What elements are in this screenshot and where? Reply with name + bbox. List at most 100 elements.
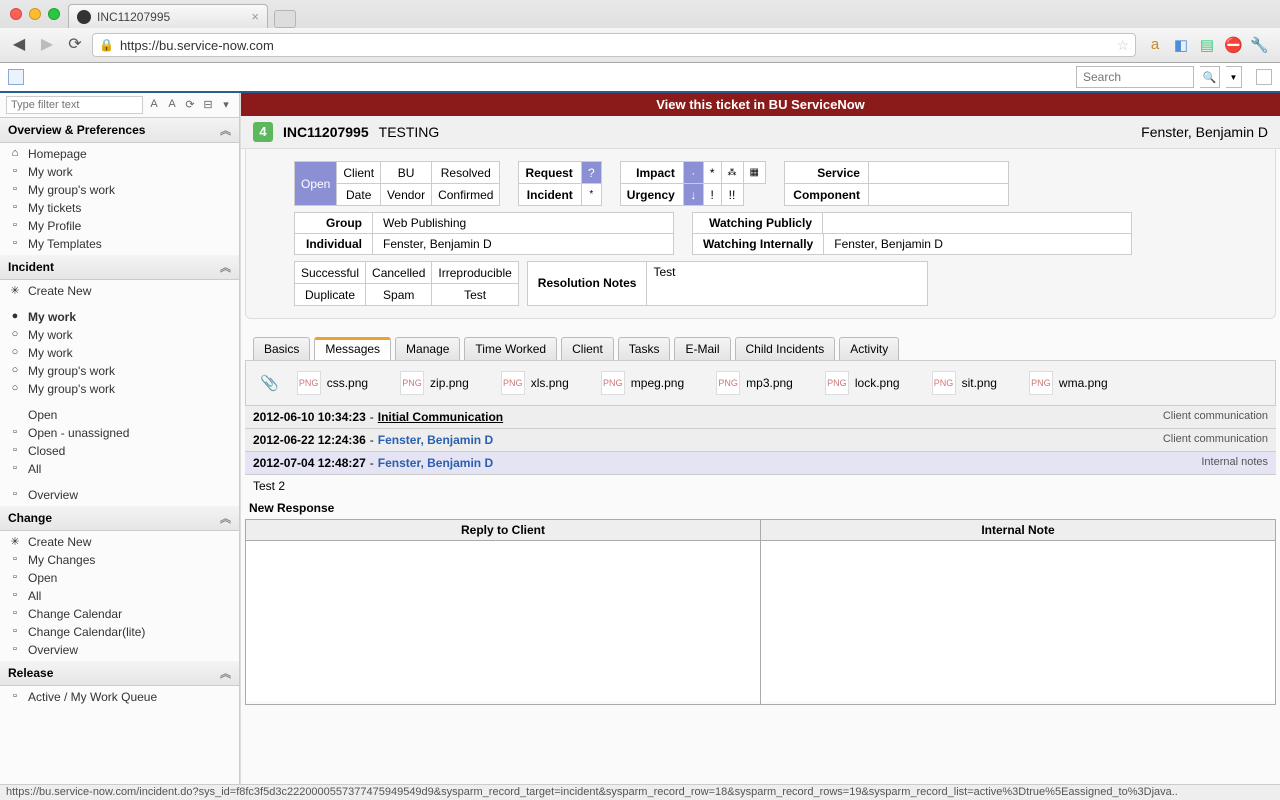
attachment[interactable]: PNGlock.png	[825, 371, 900, 395]
collapse-nav-icon[interactable]: ⊟	[201, 98, 215, 112]
impact-low-icon[interactable]: ·	[683, 162, 703, 184]
nav-menu-icon[interactable]: ▾	[219, 98, 233, 112]
request-unknown-icon[interactable]: ?	[581, 162, 601, 184]
log-author[interactable]: Fenster, Benjamin D	[378, 456, 493, 470]
watching-internally-value[interactable]: Fenster, Benjamin D	[824, 234, 1004, 254]
global-search-input[interactable]	[1076, 66, 1194, 88]
impact-tree-icon[interactable]: ⁂	[721, 162, 743, 184]
tab-close-icon[interactable]: ×	[251, 9, 259, 24]
font-larger-icon[interactable]: A	[165, 98, 179, 112]
log-row[interactable]: 2012-07-04 12:48:27 - Fenster, Benjamin …	[245, 452, 1276, 475]
nav-item[interactable]: ✳Create New	[0, 533, 239, 551]
resolved-cell[interactable]: Resolved	[432, 162, 500, 184]
nav-item[interactable]: ▫My tickets	[0, 199, 239, 217]
nav-item[interactable]: ▫Change Calendar(lite)	[0, 623, 239, 641]
minimize-window-icon[interactable]	[29, 8, 41, 20]
confirmed-cell[interactable]: Confirmed	[432, 184, 500, 206]
attachment[interactable]: PNGwma.png	[1029, 371, 1108, 395]
log-author[interactable]: Initial Communication	[378, 410, 503, 424]
nav-item[interactable]: ○My group's work	[0, 362, 239, 380]
tab-time worked[interactable]: Time Worked	[464, 337, 557, 360]
open-state-button[interactable]: Open	[295, 162, 337, 206]
paperclip-icon[interactable]: 📎	[260, 374, 279, 392]
window-controls[interactable]	[10, 8, 60, 20]
zoom-window-icon[interactable]	[48, 8, 60, 20]
bookmark-icon[interactable]: ☆	[1116, 37, 1129, 54]
impact-grid-icon[interactable]: ▦	[743, 162, 765, 184]
nav-item[interactable]: ○My group's work	[0, 380, 239, 398]
group-value[interactable]: Web Publishing	[373, 213, 553, 233]
section-overview[interactable]: Overview & Preferences ︽	[0, 118, 239, 143]
log-row[interactable]: 2012-06-22 12:24:36 - Fenster, Benjamin …	[245, 429, 1276, 452]
tab-child incidents[interactable]: Child Incidents	[735, 337, 836, 360]
bu-cell[interactable]: BU	[381, 162, 432, 184]
logout-icon[interactable]	[1256, 69, 1272, 85]
nav-item[interactable]: ▫Open	[0, 569, 239, 587]
adblock-ext-icon[interactable]: ⛔	[1224, 36, 1242, 54]
nav-item[interactable]: ▫Open - unassigned	[0, 424, 239, 442]
tab-tasks[interactable]: Tasks	[618, 337, 671, 360]
nav-item[interactable]: ▫Overview	[0, 486, 239, 504]
font-smaller-icon[interactable]: A	[147, 98, 161, 112]
tab-client[interactable]: Client	[561, 337, 614, 360]
nav-item[interactable]: ○My work	[0, 344, 239, 362]
nav-item[interactable]: ▫All	[0, 460, 239, 478]
reply-to-client-input[interactable]	[246, 541, 760, 701]
amazon-ext-icon[interactable]: a	[1146, 36, 1164, 54]
log-author[interactable]: Fenster, Benjamin D	[378, 433, 493, 447]
tab-messages[interactable]: Messages	[314, 337, 391, 360]
tab-basics[interactable]: Basics	[253, 337, 310, 360]
attachment[interactable]: PNGmpeg.png	[601, 371, 684, 395]
ext-icon-2[interactable]: ▤	[1198, 36, 1216, 54]
reload-button[interactable]: ⟳	[64, 34, 86, 56]
res-successful[interactable]: Successful	[295, 262, 366, 284]
nav-item[interactable]: ▫Closed	[0, 442, 239, 460]
component-value[interactable]	[868, 184, 1008, 206]
attachment[interactable]: PNGzip.png	[400, 371, 469, 395]
close-window-icon[interactable]	[10, 8, 22, 20]
incident-icon[interactable]: *	[581, 184, 601, 206]
search-dropdown-icon[interactable]: ▼	[1226, 66, 1242, 88]
section-release[interactable]: Release ︽	[0, 661, 239, 686]
nav-item[interactable]: ▫Active / My Work Queue	[0, 688, 239, 706]
res-cancelled[interactable]: Cancelled	[366, 262, 432, 284]
search-icon[interactable]: 🔍	[1200, 66, 1220, 88]
nav-item[interactable]: ▫My Profile	[0, 217, 239, 235]
watching-publicly-value[interactable]	[823, 213, 1003, 233]
refresh-nav-icon[interactable]: ⟳	[183, 98, 197, 112]
nav-item[interactable]: ▫My Templates	[0, 235, 239, 253]
forward-button[interactable]: ▶	[36, 34, 58, 56]
service-value[interactable]	[868, 162, 1008, 184]
tab-manage[interactable]: Manage	[395, 337, 460, 360]
vendor-cell[interactable]: Vendor	[381, 184, 432, 206]
attachment[interactable]: PNGmp3.png	[716, 371, 793, 395]
nav-item[interactable]: ●My work	[0, 308, 239, 326]
filter-input[interactable]	[6, 96, 143, 114]
res-duplicate[interactable]: Duplicate	[295, 284, 366, 306]
individual-value[interactable]: Fenster, Benjamin D	[373, 234, 553, 254]
url-input[interactable]	[120, 38, 1110, 53]
nav-item[interactable]: ▫My work	[0, 163, 239, 181]
nav-item[interactable]: ▫My Changes	[0, 551, 239, 569]
urgency-med-icon[interactable]: !	[703, 184, 721, 206]
attachment[interactable]: PNGxls.png	[501, 371, 569, 395]
browser-tab[interactable]: INC11207995 ×	[68, 4, 268, 28]
app-menu-icon[interactable]	[8, 69, 24, 85]
settings-wrench-icon[interactable]: 🔧	[1250, 36, 1268, 54]
nav-item[interactable]: ⌂Homepage	[0, 145, 239, 163]
ext-icon-1[interactable]: ◧	[1172, 36, 1190, 54]
resolution-notes-input[interactable]: Test	[647, 262, 927, 305]
urgency-low-icon[interactable]: ↓	[683, 184, 703, 206]
attachment[interactable]: PNGcss.png	[297, 371, 368, 395]
impact-med-icon[interactable]: *	[703, 162, 721, 184]
res-irreproducible[interactable]: Irreproducible	[432, 262, 518, 284]
tab-activity[interactable]: Activity	[839, 337, 899, 360]
nav-item[interactable]: Open	[0, 406, 239, 424]
back-button[interactable]: ◀	[8, 34, 30, 56]
urgency-high-icon[interactable]: !!	[721, 184, 743, 206]
banner-link[interactable]: View this ticket in BU ServiceNow	[241, 93, 1280, 116]
attachment[interactable]: PNGsit.png	[932, 371, 997, 395]
nav-item[interactable]: ▫My group's work	[0, 181, 239, 199]
nav-item[interactable]: ▫Change Calendar	[0, 605, 239, 623]
tab-e-mail[interactable]: E-Mail	[674, 337, 730, 360]
